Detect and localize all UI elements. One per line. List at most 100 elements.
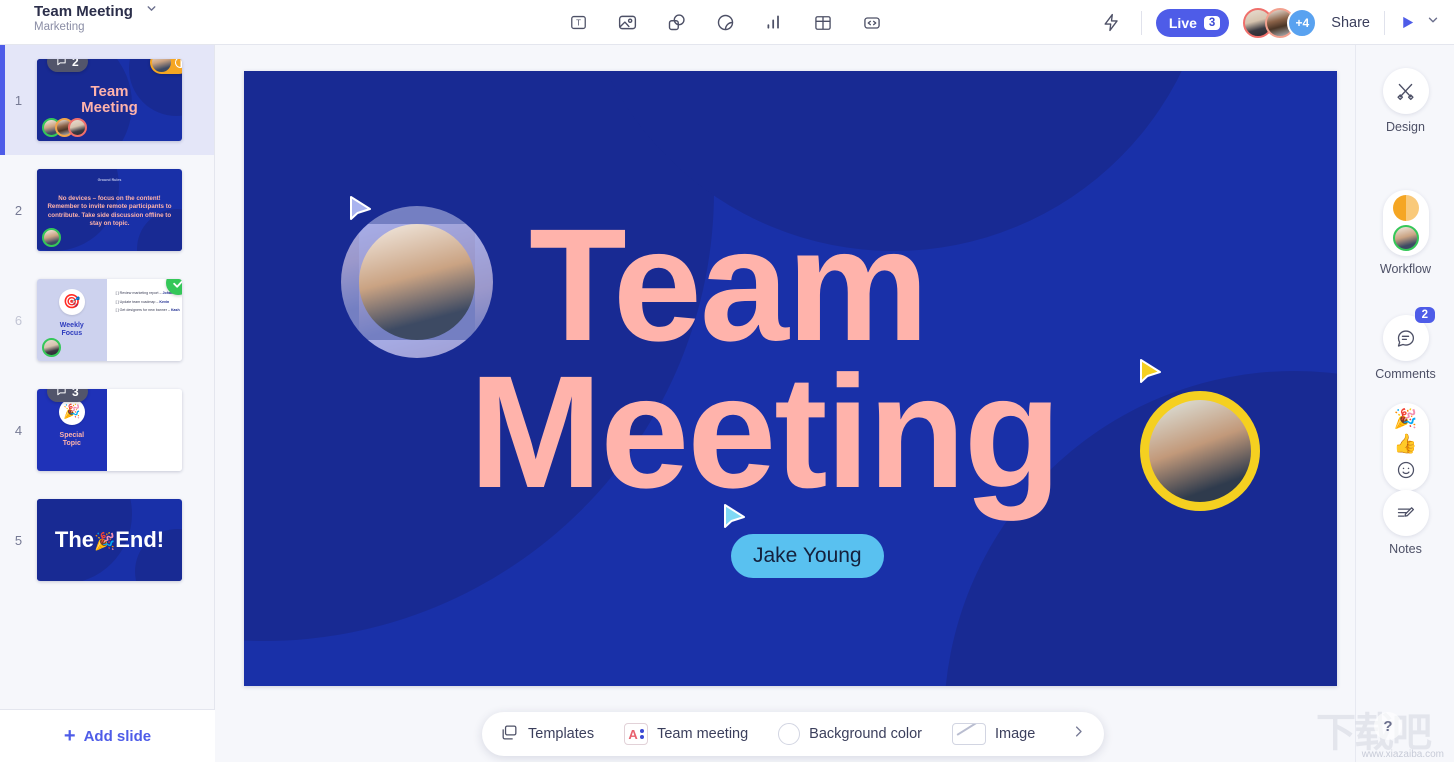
video-tile-left[interactable] [341, 206, 493, 358]
templates-button[interactable]: Templates [500, 723, 594, 746]
background-color-label: Background color [809, 726, 923, 742]
share-button[interactable]: Share [1331, 15, 1370, 31]
page-title: Team Meeting [34, 2, 133, 20]
slide-number: 6 [14, 312, 23, 328]
thumb-avatars [42, 228, 61, 247]
sidebar-item-label: Comments [1375, 367, 1436, 381]
thumb-heading: Ground Rules [97, 178, 122, 182]
header-right-group: Live 3 +4 Share [1097, 0, 1440, 45]
workflow-status-pill[interactable] [150, 59, 182, 74]
reactions-group[interactable]: 🎉 👍 [1356, 403, 1454, 491]
sidebar-item-design[interactable]: Design [1356, 68, 1454, 134]
avatar [1392, 225, 1419, 251]
thumb-avatars [42, 118, 87, 137]
thumb-avatars [42, 338, 61, 357]
shapes-tool-button[interactable] [663, 10, 689, 36]
workflow-progress-icon [175, 59, 182, 68]
font-color-icon: A [624, 723, 649, 745]
chevron-right-icon[interactable] [1071, 724, 1086, 744]
thumb-left-panel: 🎯 Weekly Focus [37, 279, 107, 361]
live-count-badge: 3 [1203, 15, 1221, 30]
comments-count-badge: 2 [1414, 307, 1435, 323]
comment-count-badge[interactable]: 3 [47, 389, 88, 402]
list-item: [ ] Update team roadmap – Kevin [115, 299, 170, 304]
watermark-url: www.xiazaiba.com [1361, 749, 1444, 760]
slide-thumb-6[interactable]: 6 🎯 Weekly Focus [ ] Review marketing rep… [0, 265, 214, 375]
live-button[interactable]: Live 3 [1155, 8, 1230, 37]
avatar [68, 118, 87, 137]
image-button[interactable]: Image [952, 723, 1035, 745]
thumb-title: Team Meeting [81, 82, 138, 116]
image-tool-button[interactable] [614, 10, 640, 36]
slide-thumb-2[interactable]: 2 Ground Rules No devices – focus on the… [0, 155, 214, 265]
help-button[interactable]: ? [1374, 712, 1402, 740]
avatar-overflow[interactable]: +4 [1287, 7, 1318, 38]
thumb-title: The🎉End! [54, 527, 165, 552]
document-meta: Team Meeting Marketing [34, 2, 158, 33]
slide-thumbnail[interactable]: The🎉End! [37, 499, 182, 581]
slide-canvas[interactable]: Team Meeting Jake Young [244, 71, 1337, 686]
thumb-panel-label: Special Topic [59, 431, 85, 448]
sticker-tool-button[interactable] [712, 10, 738, 36]
presence-avatars[interactable]: +4 [1243, 7, 1318, 38]
sidebar-item-comments[interactable]: 2 Comments [1356, 307, 1454, 381]
thumbs-up-icon[interactable]: 👍 [1394, 435, 1418, 454]
slide-thumbnail[interactable]: 🎯 Weekly Focus [ ] Review marketing repor… [37, 279, 182, 361]
chart-tool-button[interactable] [761, 10, 787, 36]
slide-thumb-5[interactable]: 5 The🎉End! [0, 485, 214, 595]
sidebar-item-label: Notes [1389, 542, 1422, 556]
thumb-body: No devices – focus on the content! Remem… [47, 195, 172, 228]
image-placeholder-icon [952, 723, 987, 745]
slide-style-toolbar[interactable]: Templates A Team meeting Background colo… [482, 712, 1104, 756]
theme-label: Team meeting [657, 726, 749, 742]
image-label: Image [995, 726, 1036, 742]
slide-number: 4 [14, 422, 23, 438]
cursor-pointer-cyan [722, 503, 748, 533]
sidebar-item-workflow[interactable]: Workflow [1356, 190, 1454, 276]
video-tile-right[interactable] [1140, 391, 1260, 511]
checklist: [ ] Review marketing report – Johanna [ … [115, 291, 180, 317]
comment-count-badge[interactable]: 2 [47, 59, 88, 72]
sidebar-item-notes[interactable]: Notes [1356, 490, 1454, 556]
workflow-stack[interactable] [1382, 190, 1429, 256]
avatar [42, 228, 61, 247]
theme-button[interactable]: A Team meeting [624, 723, 748, 745]
lightning-bolt-icon[interactable] [1097, 8, 1127, 38]
background-color-button[interactable]: Background color [778, 723, 922, 745]
text-tool-button[interactable]: T [565, 10, 591, 36]
reactions-stack[interactable]: 🎉 👍 [1382, 403, 1429, 491]
party-emoji-icon: 🎉 [94, 532, 116, 551]
present-button[interactable] [1399, 14, 1416, 31]
party-popper-icon[interactable]: 🎉 [1394, 410, 1418, 429]
notes-pencil-icon [1382, 490, 1429, 536]
embed-tool-button[interactable] [859, 10, 885, 36]
document-subtitle: Marketing [34, 21, 85, 34]
slides-sidebar: 1 Team Meeting 2 2 Ground Rules No devic… [0, 45, 215, 762]
slide-thumb-1[interactable]: 1 Team Meeting 2 [0, 45, 214, 155]
add-slide-label: Add slide [83, 727, 152, 745]
divider [1140, 10, 1142, 35]
avatar [151, 59, 172, 73]
slide-number: 1 [14, 92, 23, 108]
divider [1384, 10, 1385, 35]
slide-thumbnail[interactable]: Ground Rules No devices – focus on the c… [37, 169, 182, 251]
right-rail: Design Workflow 2 Comments 🎉 👍 Notes [1355, 45, 1454, 762]
live-label: Live [1168, 14, 1197, 31]
present-options-chevron-icon[interactable] [1426, 13, 1440, 32]
chevron-down-icon[interactable] [145, 2, 158, 20]
templates-label: Templates [528, 726, 595, 742]
cursor-pointer-yellow [1138, 358, 1164, 388]
color-swatch-icon [778, 723, 801, 745]
slide-title-line1: Team [529, 195, 929, 374]
add-slide-button[interactable]: + Add slide [0, 709, 215, 762]
slides-list[interactable]: 1 Team Meeting 2 2 Ground Rules No devic… [0, 45, 214, 709]
slide-thumb-4[interactable]: 4 🎉 Special Topic 3 [0, 375, 214, 485]
slide-number: 2 [14, 202, 23, 218]
canvas-area[interactable]: Team Meeting Jake Young Templates A Team… [215, 45, 1454, 762]
slide-thumbnail[interactable]: Team Meeting 2 [37, 59, 182, 141]
slide-thumbnail[interactable]: 🎉 Special Topic 3 [37, 389, 182, 471]
smiley-face-icon[interactable] [1396, 460, 1416, 484]
layers-icon [500, 723, 519, 746]
sidebar-item-label: Workflow [1379, 262, 1432, 276]
table-tool-button[interactable] [810, 10, 836, 36]
